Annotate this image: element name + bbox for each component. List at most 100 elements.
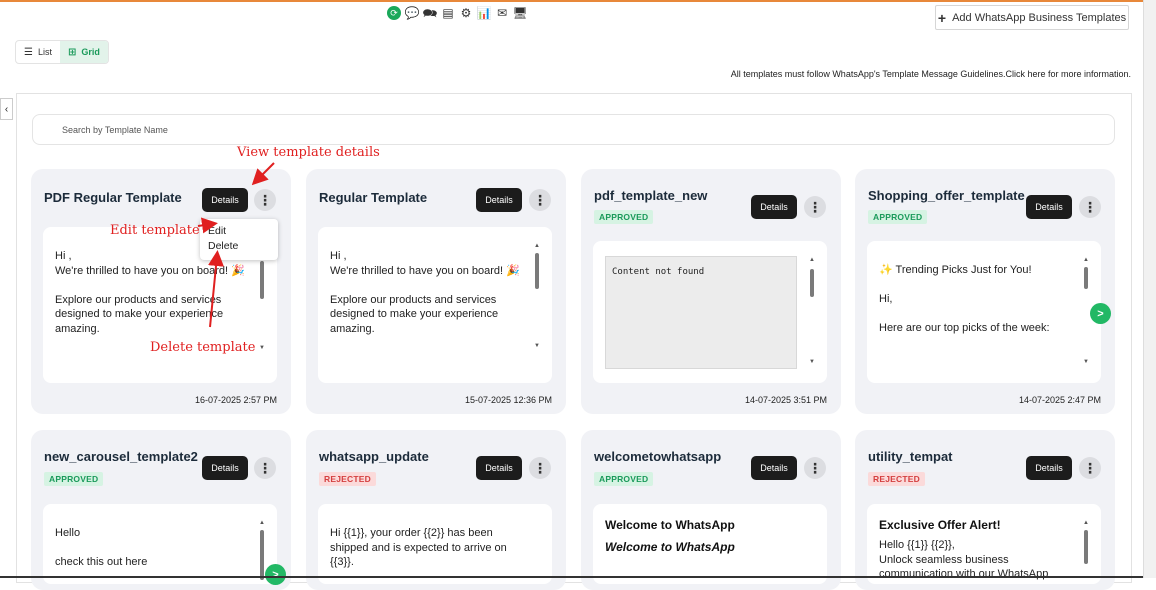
list-label: List xyxy=(37,47,52,57)
message-icon[interactable]: ✉ xyxy=(495,6,509,20)
chat-plus-icon[interactable]: 💬 xyxy=(405,6,420,20)
search-input[interactable]: Search by Template Name xyxy=(32,114,1115,145)
template-card: utility_tempat REJECTED Details ⋮ Exclus… xyxy=(855,430,1115,590)
details-button[interactable]: Details xyxy=(1026,195,1072,219)
status-badge: REJECTED xyxy=(868,472,925,486)
annotation-view-details: View template details xyxy=(237,145,380,160)
scroll-down-icon[interactable]: ▼ xyxy=(259,345,265,351)
details-button[interactable]: Details xyxy=(476,188,522,212)
more-options-icon[interactable]: ⋮ xyxy=(254,457,276,479)
more-options-icon[interactable]: ⋮ xyxy=(804,196,826,218)
preview-scrollbar[interactable]: ▲ ▼ xyxy=(1083,257,1089,369)
template-name: Shopping_offer_template xyxy=(868,188,1025,203)
details-button[interactable]: Details xyxy=(751,456,797,480)
more-options-icon[interactable]: ⋮ xyxy=(529,189,551,211)
scroll-thumb[interactable] xyxy=(260,261,264,299)
template-preview: Hi {{1}}, your order {{2}} has been ship… xyxy=(318,504,552,584)
preview-text: Hi {{1}}, your order {{2}} has been ship… xyxy=(330,527,507,568)
status-badge: REJECTED xyxy=(319,472,376,486)
refresh-icon[interactable]: ⟳ xyxy=(387,6,401,20)
template-card: PDF Regular Template Details ⋮ Hi , We'r… xyxy=(31,169,291,414)
template-card: Shopping_offer_template APPROVED Details… xyxy=(855,169,1115,414)
details-button[interactable]: Details xyxy=(476,456,522,480)
scroll-down-icon[interactable]: ▼ xyxy=(534,343,540,349)
monitor-icon[interactable]: 🖥 xyxy=(512,6,527,20)
more-options-icon[interactable]: ⋮ xyxy=(529,457,551,479)
template-name: welcometowhatsapp xyxy=(594,449,722,464)
scroll-up-icon[interactable]: ▲ xyxy=(259,520,265,526)
grid-view-option[interactable]: ⊞ Grid xyxy=(59,41,108,63)
chat-bubbles-icon[interactable]: 🗪 xyxy=(423,6,438,20)
details-button[interactable]: Details xyxy=(202,188,248,212)
scroll-thumb[interactable] xyxy=(260,530,264,580)
scroll-up-icon[interactable]: ▲ xyxy=(809,257,815,263)
scroll-down-icon[interactable]: ▼ xyxy=(1083,359,1089,365)
template-preview: Hello check this out here ▲ xyxy=(43,504,277,584)
preview-subtitle: Welcome to WhatsApp xyxy=(605,540,735,554)
top-toolbar: ⟳ 💬 🗪 ▤ ⚙ 📊 ✉ 🖥 xyxy=(387,6,528,20)
carousel-next-icon[interactable]: > xyxy=(265,564,286,585)
annotation-edit: Edit template xyxy=(110,223,200,238)
grid-label: Grid xyxy=(81,47,100,57)
scroll-down-icon[interactable]: ▼ xyxy=(809,359,815,365)
carousel-next-icon[interactable]: > xyxy=(1090,303,1111,324)
network-icon[interactable]: ⚙ xyxy=(459,6,473,20)
preview-scrollbar[interactable]: ▲ ▼ xyxy=(534,243,540,353)
preview-text: Hi , We're thrilled to have you on board… xyxy=(55,250,245,335)
scroll-up-icon[interactable]: ▲ xyxy=(1083,257,1089,263)
more-options-icon[interactable]: ⋮ xyxy=(1079,457,1101,479)
template-card: whatsapp_update REJECTED Details ⋮ Hi {{… xyxy=(306,430,566,590)
delete-menu-item[interactable]: Delete xyxy=(208,239,270,254)
scroll-thumb[interactable] xyxy=(810,269,814,297)
layout-icon[interactable]: ▤ xyxy=(441,6,455,20)
preview-title: Welcome to WhatsApp xyxy=(605,518,735,532)
preview-scrollbar[interactable]: ▲ xyxy=(1083,520,1089,580)
content-not-found-box: Content not found xyxy=(605,256,797,369)
scroll-up-icon[interactable]: ▲ xyxy=(534,243,540,249)
plus-icon: + xyxy=(937,9,947,26)
more-options-icon[interactable]: ⋮ xyxy=(804,457,826,479)
more-options-icon[interactable]: ⋮ xyxy=(254,189,276,211)
guidelines-notice[interactable]: All templates must follow WhatsApp's Tem… xyxy=(731,69,1131,79)
preview-text: ✨ Trending Picks Just for You! Hi, Here … xyxy=(879,264,1050,334)
view-toggle: ☰ List ⊞ Grid xyxy=(15,40,109,64)
template-preview: Exclusive Offer Alert! Hello {{1}} {{2}}… xyxy=(867,504,1101,584)
preview-text: Hi , We're thrilled to have you on board… xyxy=(330,250,520,335)
more-options-icon[interactable]: ⋮ xyxy=(1079,196,1101,218)
chart-icon[interactable]: 📊 xyxy=(477,6,492,20)
template-card: Regular Template Details ⋮ Hi , We're th… xyxy=(306,169,566,414)
scroll-up-icon[interactable]: ▲ xyxy=(1083,520,1089,526)
template-card: new_carousel_template2 APPROVED Details … xyxy=(31,430,291,590)
add-template-button[interactable]: + Add WhatsApp Business Templates xyxy=(935,5,1129,30)
details-button[interactable]: Details xyxy=(202,456,248,480)
template-preview: Content not found ▲ ▼ xyxy=(593,241,827,383)
template-card: pdf_template_new APPROVED Details ⋮ Cont… xyxy=(581,169,841,414)
template-preview: ✨ Trending Picks Just for You! Hi, Here … xyxy=(867,241,1101,383)
template-name: new_carousel_template2 xyxy=(44,449,198,464)
page-scrollbar[interactable] xyxy=(1143,0,1156,578)
details-button[interactable]: Details xyxy=(1026,456,1072,480)
preview-text: Hello check this out here xyxy=(55,527,148,568)
edit-menu-item[interactable]: Edit xyxy=(208,224,270,239)
preview-text: Hello {{1}} {{2}}, Unlock seamless busin… xyxy=(879,539,1049,580)
scroll-thumb[interactable] xyxy=(1084,530,1088,564)
template-preview: Hi , We're thrilled to have you on board… xyxy=(318,227,552,383)
scroll-thumb[interactable] xyxy=(1084,267,1088,289)
preview-title: Exclusive Offer Alert! xyxy=(879,518,1001,532)
template-name: whatsapp_update xyxy=(319,449,429,464)
list-icon: ☰ xyxy=(24,46,33,58)
grid-icon: ⊞ xyxy=(67,46,77,58)
details-button[interactable]: Details xyxy=(751,195,797,219)
status-badge: APPROVED xyxy=(868,210,928,224)
status-badge: APPROVED xyxy=(594,472,654,486)
add-template-label: Add WhatsApp Business Templates xyxy=(952,11,1127,24)
template-options-menu: Edit Delete xyxy=(200,219,278,260)
preview-scrollbar[interactable]: ▲ ▼ xyxy=(809,257,815,369)
list-view-option[interactable]: ☰ List xyxy=(16,41,60,63)
template-preview: Welcome to WhatsApp Welcome to WhatsApp xyxy=(593,504,827,584)
scroll-thumb[interactable] xyxy=(535,253,539,289)
collapse-sidebar-icon[interactable]: ‹ xyxy=(0,98,13,120)
preview-scrollbar[interactable]: ▲ xyxy=(259,520,265,580)
status-badge: APPROVED xyxy=(44,472,104,486)
top-accent-line xyxy=(0,0,1143,2)
